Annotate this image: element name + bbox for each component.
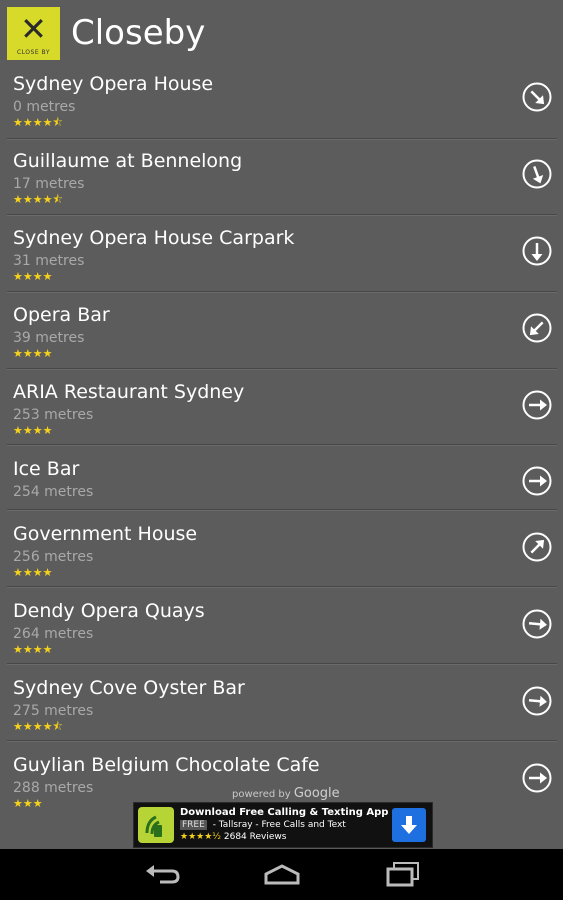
attribution-prefix: powered by xyxy=(232,789,291,800)
ad-banner[interactable]: Download Free Calling & Texting App FREE… xyxy=(133,802,433,848)
attribution-brand: Google xyxy=(293,786,340,801)
list-item[interactable]: Sydney Opera House Carpark 31 metres ★★★★ xyxy=(0,220,563,295)
place-name: ARIA Restaurant Sydney xyxy=(13,381,245,403)
place-rating-stars: ★★★★ xyxy=(13,270,53,283)
ad-rating: ★★★★½ 2684 Reviews xyxy=(180,832,286,842)
place-rating-stars: ★★★★ xyxy=(13,347,53,360)
place-distance: 288 metres xyxy=(13,780,94,796)
list-item[interactable]: Ice Bar 254 metres xyxy=(0,451,563,514)
list-divider xyxy=(7,444,557,446)
ad-free-badge: FREE xyxy=(180,820,207,830)
back-icon[interactable] xyxy=(142,859,182,889)
place-name: Ice Bar xyxy=(13,458,80,480)
ad-stars: ★★★★½ xyxy=(180,832,221,842)
list-item[interactable]: Sydney Cove Oyster Bar 275 metres ★★★★⯪ xyxy=(0,670,563,745)
place-name: Sydney Opera House xyxy=(13,73,214,95)
place-rating-stars: ★★★★⯪ xyxy=(13,116,63,129)
direction-arrow-icon xyxy=(521,81,553,113)
place-rating-stars: ★★★★ xyxy=(13,566,53,579)
place-distance: 253 metres xyxy=(13,407,94,423)
logo-mark-icon: ✕ xyxy=(20,10,47,48)
direction-arrow-icon xyxy=(521,389,553,421)
app-logo[interactable]: ✕ CLOSE BY xyxy=(7,7,60,60)
direction-arrow-icon xyxy=(521,235,553,267)
place-rating-stars: ★★★★⯪ xyxy=(13,720,63,733)
place-distance: 39 metres xyxy=(13,330,85,346)
google-attribution: powered by Google xyxy=(232,786,340,801)
ad-review-count: 2684 Reviews xyxy=(223,832,287,842)
place-name: Dendy Opera Quays xyxy=(13,600,205,622)
list-divider xyxy=(7,214,557,216)
place-name: Sydney Opera House Carpark xyxy=(13,227,295,249)
place-rating-stars: ★★★★⯪ xyxy=(13,193,63,206)
recent-apps-icon[interactable] xyxy=(382,859,422,889)
ad-subtitle: - Tallsray - Free Calls and Text xyxy=(212,820,346,830)
list-item[interactable]: Government House 256 metres ★★★★ xyxy=(0,516,563,591)
place-distance: 275 metres xyxy=(13,703,94,719)
download-icon[interactable] xyxy=(392,808,426,842)
list-divider xyxy=(7,663,557,665)
place-name: Sydney Cove Oyster Bar xyxy=(13,677,245,699)
ad-app-icon xyxy=(138,807,174,843)
list-divider xyxy=(7,291,557,293)
list-item[interactable]: ARIA Restaurant Sydney 253 metres ★★★★ xyxy=(0,374,563,449)
place-distance: 254 metres xyxy=(13,484,94,500)
list-divider xyxy=(7,740,557,742)
list-divider xyxy=(7,368,557,370)
ad-headline: Download Free Calling & Texting App xyxy=(180,807,389,818)
place-distance: 31 metres xyxy=(13,253,85,269)
direction-arrow-icon xyxy=(521,608,553,640)
system-navigation-bar xyxy=(0,849,563,900)
place-distance: 256 metres xyxy=(13,549,94,565)
place-name: Opera Bar xyxy=(13,304,110,326)
direction-arrow-icon xyxy=(521,158,553,190)
list-item[interactable]: Guillaume at Bennelong 17 metres ★★★★⯪ xyxy=(0,143,563,218)
place-rating-stars: ★★★★ xyxy=(13,643,53,656)
place-name: Government House xyxy=(13,523,198,545)
place-rating-stars: ★★★★ xyxy=(13,424,53,437)
direction-arrow-icon xyxy=(521,762,553,794)
list-item[interactable]: Opera Bar 39 metres ★★★★ xyxy=(0,297,563,372)
place-rating-stars: ★★★ xyxy=(13,797,43,810)
direction-arrow-icon xyxy=(521,465,553,497)
place-name: Guillaume at Bennelong xyxy=(13,150,243,172)
home-icon[interactable] xyxy=(262,859,302,889)
place-distance: 0 metres xyxy=(13,99,76,115)
direction-arrow-icon xyxy=(521,685,553,717)
list-divider xyxy=(7,586,557,588)
direction-arrow-icon xyxy=(521,312,553,344)
list-divider xyxy=(7,138,557,140)
list-item[interactable]: Dendy Opera Quays 264 metres ★★★★ xyxy=(0,593,563,668)
direction-arrow-icon xyxy=(521,531,553,563)
logo-text: CLOSE BY xyxy=(16,49,50,56)
list-item[interactable]: Sydney Opera House 0 metres ★★★★⯪ xyxy=(0,66,563,141)
app-title: Closeby xyxy=(71,13,206,53)
place-distance: 17 metres xyxy=(13,176,85,192)
place-distance: 264 metres xyxy=(13,626,94,642)
ad-subline: FREE - Tallsray - Free Calls and Text xyxy=(180,820,346,830)
list-divider xyxy=(7,509,557,511)
place-name: Guylian Belgium Chocolate Cafe xyxy=(13,754,320,776)
app-header: ✕ CLOSE BY Closeby xyxy=(0,0,563,66)
